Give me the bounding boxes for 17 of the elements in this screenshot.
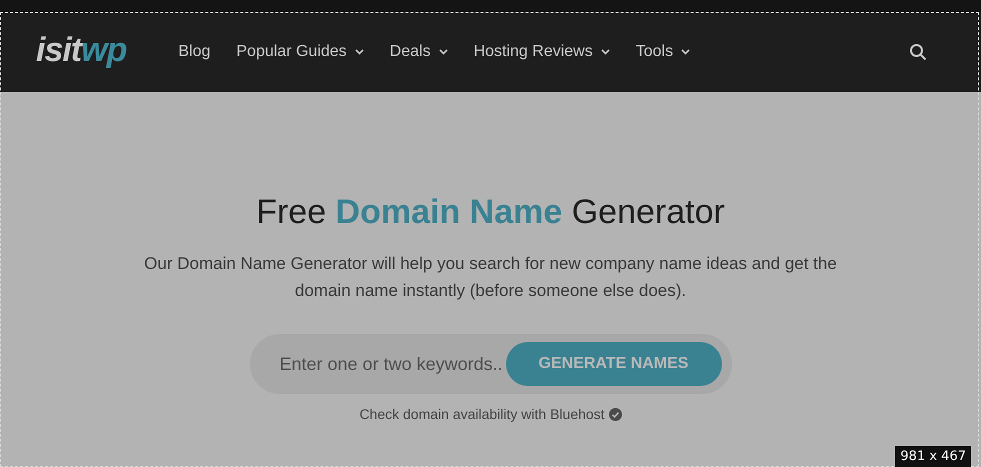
- chevron-down-icon: [600, 49, 610, 55]
- selection-size-label: 981 x 467: [895, 446, 971, 467]
- nav-link[interactable]: Tools: [636, 40, 690, 64]
- check-badge-icon: [608, 408, 622, 421]
- page-heading: Free Domain Name Generator: [256, 192, 725, 232]
- search-icon[interactable]: [909, 43, 927, 61]
- description: Our Domain Name Generator will help you search for new company name ideas and get the domain name instantly (before someone else does).: [143, 253, 838, 302]
- chevron-down-icon: [438, 49, 448, 55]
- keyword-input[interactable]: Enter one or two keywords..: [280, 350, 506, 378]
- chevron-down-icon: [354, 49, 364, 55]
- logo[interactable]: isitwp: [36, 24, 126, 76]
- chevron-down-icon: [681, 49, 690, 55]
- availability-note: Check domain availability with Bluehost: [359, 405, 605, 424]
- nav-link[interactable]: Blog: [178, 40, 210, 64]
- nav-link[interactable]: Deals: [390, 40, 448, 64]
- nav-link[interactable]: Hosting Reviews: [474, 40, 610, 64]
- nav-link[interactable]: Popular Guides: [236, 40, 364, 64]
